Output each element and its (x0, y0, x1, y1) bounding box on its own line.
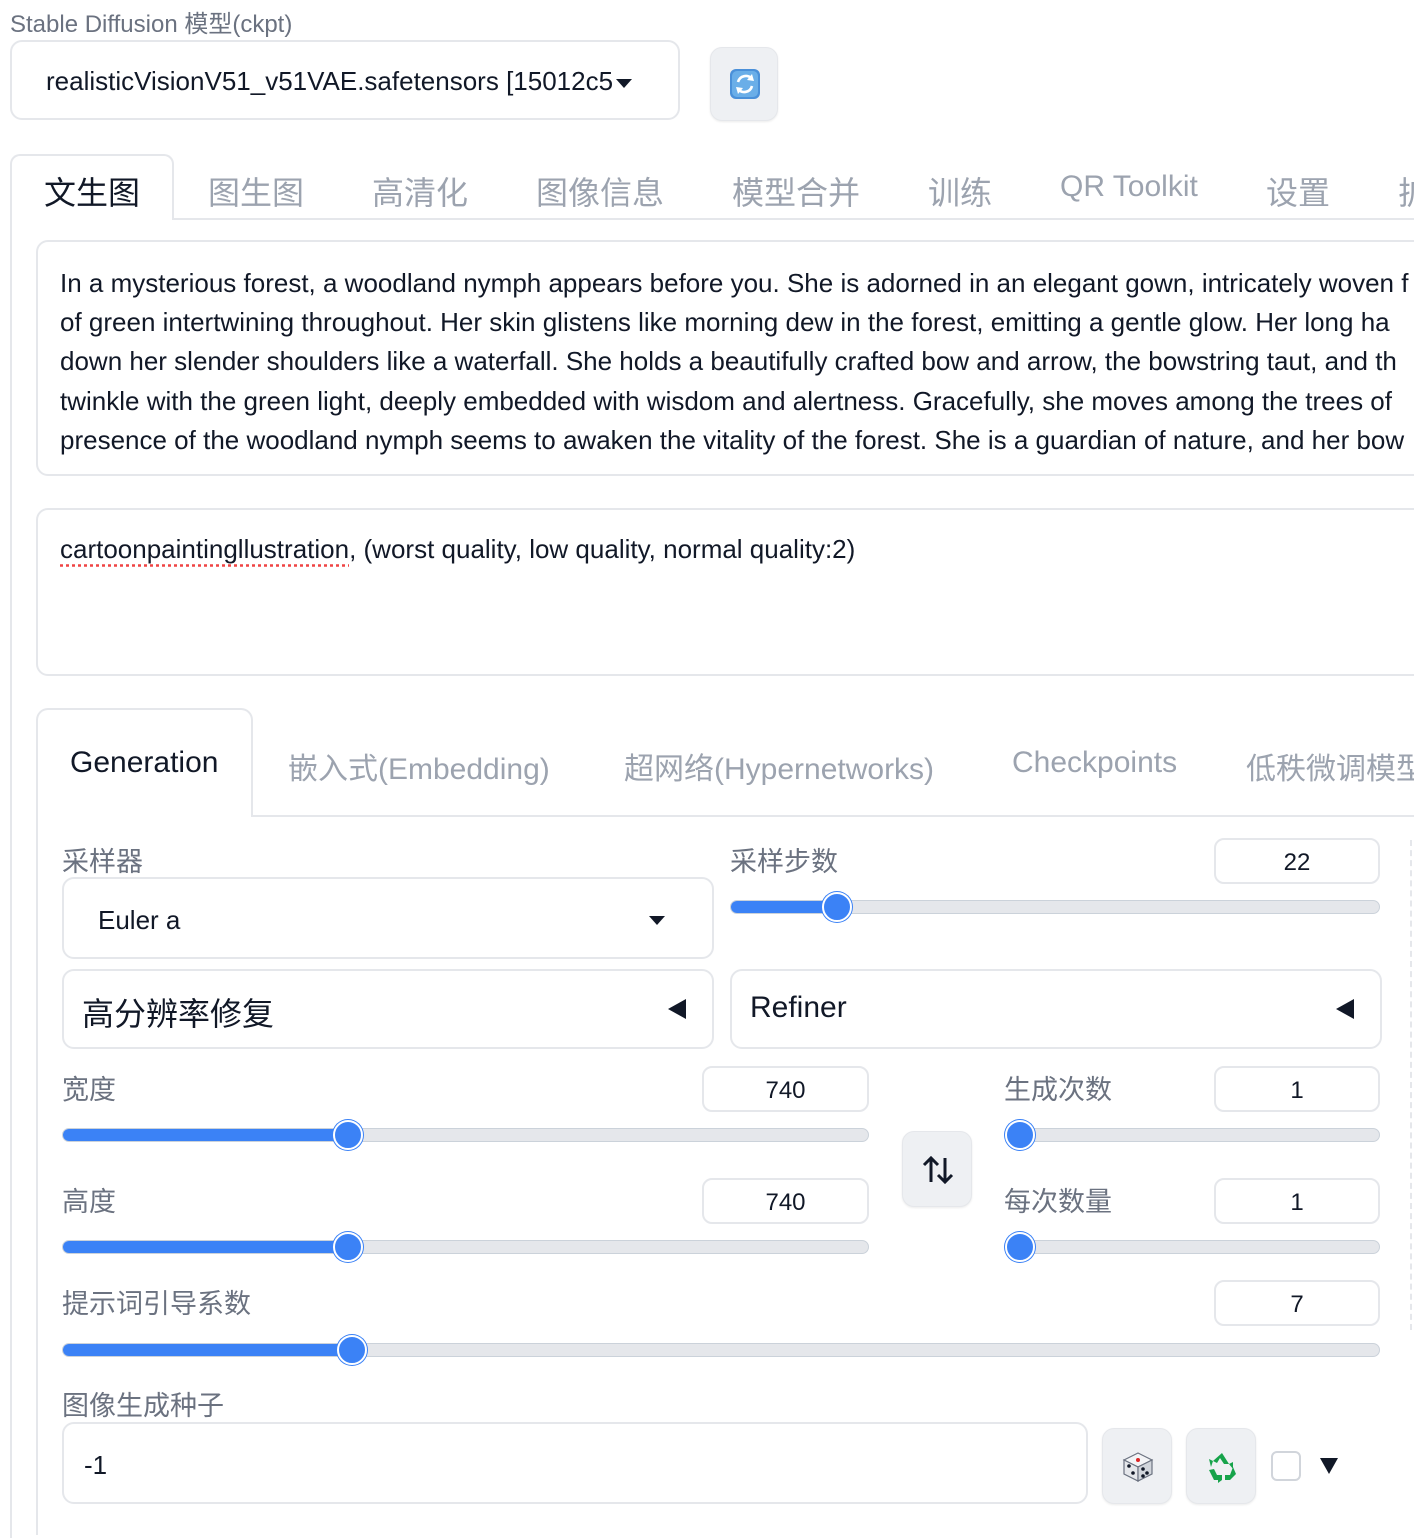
cfg-scale-slider-fill (63, 1344, 352, 1356)
panel-divider (1410, 840, 1412, 1330)
sampler-value: Euler a (98, 905, 181, 935)
expand-arrow-icon[interactable] (1320, 1458, 1338, 1474)
prompt-line: presence of the woodland nymph seems to … (60, 424, 1405, 455)
batch-size-slider-thumb[interactable] (1005, 1232, 1035, 1262)
height-input[interactable]: 740 (702, 1178, 869, 1224)
sampler-label: 采样器 (62, 847, 143, 877)
prompt-line: In a mysterious forest, a woodland nymph… (60, 268, 1409, 298)
prompt-line: of green intertwining throughout. Her sk… (60, 307, 1390, 338)
collapse-arrow-icon (668, 999, 686, 1019)
batch-count-slider-thumb[interactable] (1005, 1120, 1035, 1150)
tab-img2img[interactable]: 图生图 (208, 168, 304, 214)
negative-prompt-textarea[interactable]: cartoonpaintingllustration, (worst quali… (36, 508, 1414, 676)
model-label: Stable Diffusion 模型(ckpt) (10, 11, 293, 38)
width-slider-fill (63, 1129, 349, 1141)
batch-size-slider[interactable] (1004, 1232, 1380, 1262)
tab-hypernetworks[interactable]: 超网络(Hypernetworks) (624, 744, 934, 788)
tab-checkpoints[interactable]: Checkpoints (1012, 746, 1177, 780)
seed-value: -1 (84, 1450, 108, 1480)
tab-model-merge[interactable]: 模型合并 (732, 168, 860, 214)
prompt-line: twinkle with the green light, deeply emb… (60, 385, 1392, 416)
tab-generation[interactable]: Generation (70, 746, 218, 780)
tab-png-info[interactable]: 图像信息 (536, 168, 664, 214)
refresh-icon (730, 69, 760, 99)
hires-fix-title: 高分辨率修复 (82, 996, 275, 1032)
refresh-models-button[interactable] (710, 47, 778, 121)
negative-prompt-text: cartoonpaintingllustration, (worst quali… (60, 534, 855, 565)
width-label: 宽度 (62, 1075, 116, 1105)
batch-count-label: 生成次数 (1004, 1075, 1112, 1105)
chevron-down-icon (616, 79, 632, 88)
cfg-scale-label: 提示词引导系数 (62, 1289, 251, 1319)
model-select[interactable]: realisticVisionV51_v51VAE.safetensors [1… (10, 40, 680, 120)
seed-label: 图像生成种子 (62, 1391, 224, 1421)
batch-size-label: 每次数量 (1004, 1187, 1112, 1217)
batch-count-input[interactable]: 1 (1214, 1066, 1380, 1112)
batch-count-slider[interactable] (1004, 1120, 1380, 1150)
cfg-scale-slider[interactable] (62, 1335, 1380, 1365)
prompt-textarea[interactable]: In a mysterious forest, a woodland nymph… (36, 240, 1414, 476)
refiner-accordion[interactable]: Refiner (730, 969, 1382, 1049)
tab-txt2img[interactable]: 文生图 (44, 168, 140, 214)
steps-label: 采样步数 (730, 847, 838, 877)
steps-slider[interactable] (730, 892, 1380, 922)
tab-upscale[interactable]: 高清化 (372, 168, 468, 214)
width-slider[interactable] (62, 1120, 869, 1150)
hires-fix-accordion[interactable]: 高分辨率修复 (62, 969, 714, 1049)
height-label: 高度 (62, 1187, 116, 1217)
batch-size-input[interactable]: 1 (1214, 1178, 1380, 1224)
recycle-icon (1209, 1453, 1236, 1483)
random-seed-button[interactable] (1102, 1428, 1172, 1504)
cfg-scale-input[interactable]: 7 (1214, 1280, 1380, 1326)
model-select-value: realisticVisionV51_v51VAE.safetensors [1… (46, 66, 614, 96)
reuse-seed-button[interactable] (1186, 1428, 1256, 1504)
width-input[interactable]: 740 (702, 1066, 869, 1112)
height-slider-fill (63, 1241, 349, 1253)
tab-settings[interactable]: 设置 (1266, 168, 1330, 214)
dice-icon (1122, 1452, 1154, 1482)
extra-seed-checkbox[interactable] (1271, 1451, 1301, 1481)
steps-input[interactable]: 22 (1214, 838, 1380, 884)
tab-train[interactable]: 训练 (928, 168, 992, 214)
tab-lora[interactable]: 低秩微调模型 (1246, 744, 1414, 788)
tab-extensions[interactable]: 扩 (1398, 168, 1414, 214)
tab-embedding[interactable]: 嵌入式(Embedding) (288, 744, 550, 788)
height-slider[interactable] (62, 1232, 869, 1262)
collapse-arrow-icon (1336, 999, 1354, 1019)
prompt-line: down her slender shoulders like a waterf… (60, 346, 1397, 377)
cfg-scale-slider-thumb[interactable] (336, 1335, 367, 1365)
refiner-title: Refiner (750, 991, 847, 1024)
swap-dimensions-button[interactable] (902, 1131, 972, 1207)
prompt-text: In a mysterious forest, a woodland nymph… (60, 264, 1408, 460)
swap-dimensions-icon (922, 1155, 954, 1185)
chevron-down-icon (649, 916, 665, 925)
tab-qr-toolkit[interactable]: QR Toolkit (1060, 170, 1198, 204)
seed-input[interactable]: -1 (62, 1422, 1088, 1504)
misspelled-word: cartoonpaintingllustration (60, 534, 350, 564)
sampler-select[interactable]: Euler a (62, 877, 714, 959)
negative-prompt-rest: , (worst quality, low quality, normal qu… (349, 534, 856, 564)
